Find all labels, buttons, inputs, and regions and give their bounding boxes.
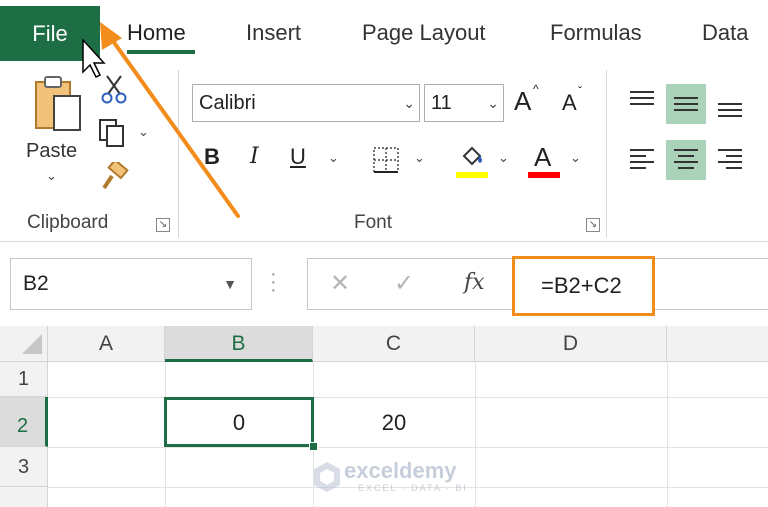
align-bottom-icon [718,103,742,117]
row-header-4[interactable] [0,487,48,507]
ribbon: Paste ⌄ ⌄ Clipboard ↘ Calibri ⌄ 11 ⌄ A ^… [0,62,768,242]
font-color-glyph: A [534,142,552,172]
cut-icon[interactable] [100,74,128,104]
tab-home-indicator [127,50,195,54]
gridline [475,362,476,507]
gridline [48,397,768,398]
align-left-icon [630,149,654,169]
active-cell-border [164,397,314,447]
cancel-button[interactable]: ✕ [330,269,350,298]
tab-home[interactable]: Home [127,20,186,46]
font-color-bar [528,172,560,178]
column-header-c[interactable]: C [313,326,475,362]
watermark-name: exceldemy [344,458,457,483]
paste-button[interactable]: Paste ⌄ [26,74,86,184]
column-header-a[interactable]: A [48,326,165,362]
shrink-font-caret-icon: ˇ [578,84,582,98]
tab-formulas[interactable]: Formulas [550,20,642,46]
copy-dropdown-icon[interactable]: ⌄ [138,124,149,140]
bottom-align-button[interactable] [710,84,750,124]
formula-bar-grip-icon[interactable]: · · · [270,264,277,300]
align-left-button[interactable] [622,140,662,180]
row-header-2[interactable]: 2 [0,397,48,447]
font-name-value: Calibri [199,92,256,114]
insert-function-button[interactable]: fx [464,270,485,295]
paste-label: Paste [26,140,78,162]
watermark: exceldemy EXCEL · DATA · BI [312,458,472,498]
font-launcher-icon[interactable]: ↘ [586,218,600,232]
copy-icon[interactable] [98,118,132,148]
top-align-button[interactable] [622,84,662,124]
clipboard-group-label: Clipboard [27,212,109,233]
fill-handle[interactable] [309,442,318,451]
align-right-icon [718,149,742,169]
ribbon-separator [178,70,179,238]
tab-file[interactable]: File [0,6,100,61]
column-header-b[interactable]: B [165,326,313,362]
underline-dropdown-icon[interactable]: ⌄ [328,150,339,166]
fill-color-bar [456,172,488,178]
tab-page-layout[interactable]: Page Layout [362,20,486,46]
column-header-e[interactable] [667,326,768,362]
font-size-select[interactable]: 11 ⌄ [424,84,504,122]
watermark-tagline: EXCEL · DATA · BI [358,483,468,493]
borders-dropdown-icon[interactable]: ⌄ [414,150,425,166]
chevron-down-icon: ⌄ [403,95,415,111]
underline-button[interactable]: U [290,144,306,170]
cell-c2[interactable]: 20 [313,410,475,436]
name-box[interactable]: B2 ▼ [10,258,252,310]
align-right-button[interactable] [710,140,750,180]
font-color-dropdown-icon[interactable]: ⌄ [570,150,581,166]
ribbon-separator [606,70,607,238]
clipboard-launcher-icon[interactable]: ↘ [156,218,170,232]
font-color-button[interactable]: A [528,142,562,180]
middle-align-button[interactable] [666,84,706,124]
italic-button[interactable]: I [250,144,259,169]
formula-input[interactable]: =B2+C2 [512,256,655,316]
paste-icon [35,76,81,131]
bold-button[interactable]: B [204,144,220,170]
chevron-down-icon: ⌄ [487,95,499,111]
tab-insert[interactable]: Insert [246,20,301,46]
paint-bucket-icon [462,146,482,166]
font-size-value: 11 [431,92,452,114]
align-center-icon [674,149,698,169]
gridline [667,362,668,507]
grow-font-button[interactable]: A [514,86,531,117]
select-all-triangle-icon [22,334,42,354]
align-center-button[interactable] [666,140,706,180]
tab-data[interactable]: Data [702,20,748,46]
row-header-3[interactable]: 3 [0,447,48,487]
select-all-button[interactable] [0,326,48,362]
format-painter-icon[interactable] [100,162,130,192]
borders-icon[interactable] [372,146,400,174]
name-box-value: B2 [23,272,49,295]
grow-font-caret-icon: ^ [533,82,539,96]
ribbon-tab-bar: File Home Insert Page Layout Formulas Da… [0,0,768,62]
exceldemy-logo-icon [314,462,340,492]
align-top-icon [630,91,654,105]
align-middle-icon [674,97,698,111]
shrink-font-button[interactable]: A [562,90,577,116]
fill-color-button[interactable] [456,144,490,180]
font-group-label: Font [354,212,393,233]
column-header-d[interactable]: D [475,326,667,362]
gridline [48,447,768,448]
fill-color-dropdown-icon[interactable]: ⌄ [498,150,509,166]
enter-button[interactable]: ✓ [394,269,414,298]
chevron-down-icon: ▼ [223,276,237,292]
chevron-down-icon: ⌄ [46,168,57,183]
font-name-select[interactable]: Calibri ⌄ [192,84,420,122]
row-header-1[interactable]: 1 [0,362,48,397]
